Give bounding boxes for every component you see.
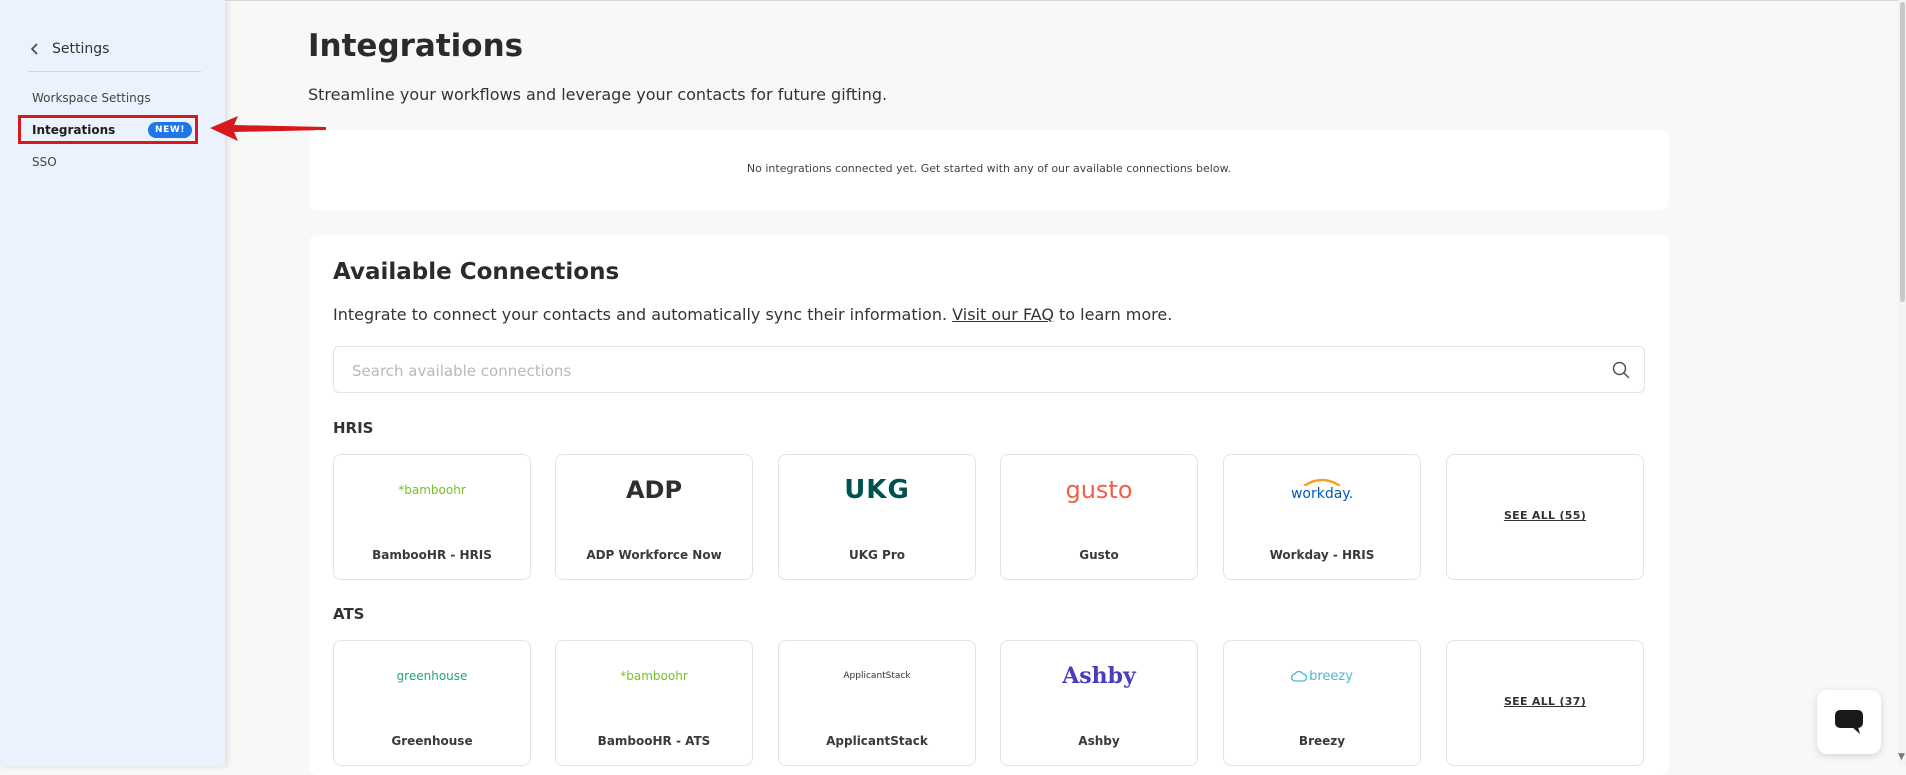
scrollbar-thumb[interactable] xyxy=(1900,2,1905,302)
tile-see-all-ats[interactable]: SEE ALL (37) xyxy=(1446,640,1644,766)
description-text: Integrate to connect your contacts and a… xyxy=(333,305,948,324)
tile-name: ApplicantStack xyxy=(826,734,928,748)
greenhouse-logo-text: greenhouse xyxy=(396,669,468,683)
cloud-icon xyxy=(1291,670,1308,682)
tile-applicantstack[interactable]: ApplicantStack ApplicantStack xyxy=(778,640,976,766)
ukg-logo-text: UKG xyxy=(844,475,910,505)
available-connections-card: Available Connections Integrate to conne… xyxy=(309,235,1669,775)
see-all-ats-link[interactable]: SEE ALL (37) xyxy=(1447,695,1643,708)
chevron-left-icon xyxy=(30,43,38,55)
back-to-settings[interactable]: Settings xyxy=(30,41,109,57)
tile-greenhouse[interactable]: greenhouse Greenhouse xyxy=(333,640,531,766)
workday-logo: workday. xyxy=(1224,473,1420,507)
ashby-logo: Ashby xyxy=(1001,659,1197,693)
empty-state-text: No integrations connected yet. Get start… xyxy=(746,162,1232,175)
ashby-logo-text: Ashby xyxy=(1062,663,1136,689)
section-ats-label: ATS xyxy=(333,605,365,623)
tile-name: Gusto xyxy=(1079,548,1119,562)
sidebar-divider xyxy=(28,71,201,72)
breezy-logo-text: breezy xyxy=(1309,668,1353,684)
annotation-highlight-box xyxy=(18,115,198,144)
workday-arc-icon xyxy=(1303,478,1341,486)
search-connections xyxy=(333,346,1645,394)
tile-ashby[interactable]: Ashby Ashby xyxy=(1000,640,1198,766)
tile-name: UKG Pro xyxy=(848,548,906,562)
tile-name: Greenhouse xyxy=(391,734,473,748)
applicantstack-logo: ApplicantStack xyxy=(779,659,975,693)
greenhouse-logo: greenhouse xyxy=(334,659,530,693)
available-connections-description: Integrate to connect your contacts and a… xyxy=(333,305,1172,324)
search-icon[interactable] xyxy=(1612,361,1630,379)
ukg-logo: UKG xyxy=(779,473,975,507)
tile-breezy[interactable]: breezy Breezy xyxy=(1223,640,1421,766)
bamboohr-logo-text: *bamboohr xyxy=(398,483,466,497)
section-hris-label: HRIS xyxy=(333,419,374,437)
tile-see-all-hris[interactable]: SEE ALL (55) xyxy=(1446,454,1644,580)
bamboohr-logo: *bamboohr xyxy=(556,659,752,693)
page-subtitle: Streamline your workflows and leverage y… xyxy=(308,85,888,104)
adp-logo-text: ADP xyxy=(625,476,683,504)
page-title: Integrations xyxy=(308,28,524,64)
tile-name: Ashby xyxy=(1078,734,1120,748)
bamboohr-logo: *bamboohr xyxy=(334,473,530,507)
tile-gusto[interactable]: gusto Gusto xyxy=(1000,454,1198,580)
search-input[interactable] xyxy=(350,347,1594,394)
tile-ukg-pro[interactable]: UKG UKG Pro xyxy=(778,454,976,580)
tile-name: Workday - HRIS xyxy=(1269,548,1375,562)
connected-integrations-card: No integrations connected yet. Get start… xyxy=(309,130,1669,210)
description-suffix: to learn more. xyxy=(1053,305,1173,324)
chat-widget-button[interactable] xyxy=(1817,690,1881,754)
applicantstack-logo-text: ApplicantStack xyxy=(843,671,911,681)
tile-workday-hris[interactable]: workday. Workday - HRIS xyxy=(1223,454,1421,580)
available-connections-title: Available Connections xyxy=(333,259,620,285)
scroll-down-arrow-icon[interactable]: ▼ xyxy=(1898,752,1905,762)
tile-name: ADP Workforce Now xyxy=(586,548,722,562)
faq-link[interactable]: Visit our FAQ xyxy=(952,305,1054,324)
tile-name: Breezy xyxy=(1298,734,1346,748)
settings-sidebar: Settings Workspace Settings Integrations… xyxy=(0,0,225,766)
bamboohr-logo-text: *bamboohr xyxy=(620,669,688,683)
sidebar-item-sso[interactable]: SSO xyxy=(32,155,57,169)
breezy-logo: breezy xyxy=(1224,659,1420,693)
tile-bamboohr-ats[interactable]: *bamboohr BambooHR - ATS xyxy=(555,640,753,766)
back-label: Settings xyxy=(52,41,110,57)
workday-logo-text: workday. xyxy=(1290,486,1354,502)
tile-adp-workforce-now[interactable]: ADP ADP Workforce Now xyxy=(555,454,753,580)
gusto-logo-text: gusto xyxy=(1065,476,1133,504)
top-border xyxy=(0,0,1906,1)
tile-name: BambooHR - HRIS xyxy=(372,548,492,562)
sidebar-item-workspace-settings[interactable]: Workspace Settings xyxy=(32,91,151,105)
tile-name: BambooHR - ATS xyxy=(597,734,711,748)
see-all-hris-link[interactable]: SEE ALL (55) xyxy=(1447,509,1643,522)
gusto-logo: gusto xyxy=(1001,473,1197,507)
adp-logo: ADP xyxy=(556,473,752,507)
chat-icon xyxy=(1835,710,1863,734)
tile-bamboohr-hris[interactable]: *bamboohr BambooHR - HRIS xyxy=(333,454,531,580)
